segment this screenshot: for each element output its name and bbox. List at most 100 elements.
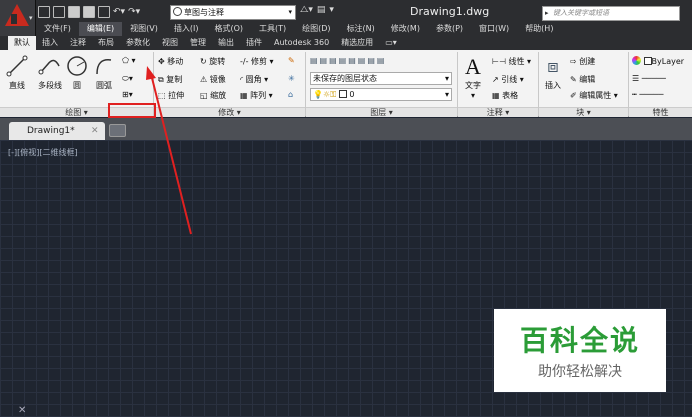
move-button[interactable]: ✥ 移动: [158, 56, 183, 67]
pentagon-icon: ⬠: [122, 56, 129, 65]
tab-featured-apps[interactable]: 精选应用: [335, 36, 379, 50]
document-tab[interactable]: Drawing1* ✕: [9, 122, 105, 140]
leader-button[interactable]: ↗ 引线 ▾: [492, 74, 524, 85]
menu-draw[interactable]: 绘图(D): [294, 22, 338, 36]
menu-format[interactable]: 格式(O): [206, 22, 251, 36]
trim-button[interactable]: -/- 修剪 ▾: [240, 56, 274, 67]
close-icon[interactable]: ✕: [91, 122, 99, 140]
tab-layout[interactable]: 布局: [92, 36, 120, 50]
menu-file[interactable]: 文件(F): [36, 22, 79, 36]
copy-label: 复制: [166, 75, 183, 84]
fillet-button[interactable]: ◜ 圆角 ▾: [240, 74, 268, 85]
trim-label: 修剪: [251, 57, 268, 66]
hatch-button[interactable]: ⊞▾: [122, 90, 133, 99]
tab-default[interactable]: 默认: [8, 36, 36, 50]
redo-icon[interactable]: ↷▾: [128, 7, 140, 17]
tab-manage[interactable]: 管理: [184, 36, 212, 50]
edit-attr-button[interactable]: ✐ 编辑属性 ▾: [570, 90, 618, 101]
panel-title-block[interactable]: 块 ▾: [539, 107, 628, 117]
scale-button[interactable]: ◱ 缩放: [200, 90, 226, 101]
erase-button[interactable]: ✎: [288, 56, 295, 65]
rotate-button[interactable]: ↻ 旋转: [200, 56, 225, 67]
ribbon-options-icon[interactable]: ▭▾: [379, 36, 403, 50]
copy-button[interactable]: ⧉ 复制: [158, 74, 182, 85]
array-button[interactable]: ▦ 阵列 ▾: [240, 90, 273, 101]
search-input[interactable]: ▸ 键入关键字或短语: [542, 6, 680, 21]
match-icon[interactable]: ⧍▾: [300, 5, 313, 15]
panel-title-properties[interactable]: 特性: [629, 107, 692, 117]
edit-block-button[interactable]: ✎ 编辑: [570, 74, 595, 85]
insert-block-button[interactable]: ⧈ 插入: [541, 54, 565, 91]
tab-view[interactable]: 视图: [156, 36, 184, 50]
layer-name: 0: [349, 90, 355, 99]
new-tab-button[interactable]: [109, 124, 126, 137]
layer-tools-row[interactable]: ▤▤▤▤▤▤▤▤: [310, 56, 386, 65]
menu-tools[interactable]: 工具(T): [251, 22, 294, 36]
scale-icon: ◱: [200, 91, 211, 100]
array-label: 阵列: [250, 91, 267, 100]
menu-parametric[interactable]: 参数(P): [428, 22, 471, 36]
line-button[interactable]: 直线: [4, 54, 30, 91]
menu-view[interactable]: 视图(V): [122, 22, 166, 36]
quick-access-toolbar: ↶▾ ↷▾: [38, 4, 140, 20]
table-label: 表格: [502, 91, 519, 100]
table-button[interactable]: ▦ 表格: [492, 90, 518, 101]
create-block-button[interactable]: ⇨ 创建: [570, 56, 595, 67]
panel-title-layers[interactable]: 图层 ▾: [306, 107, 457, 117]
mirror-button[interactable]: ⚠ 镜像: [200, 74, 226, 85]
stretch-label: 拉伸: [168, 91, 185, 100]
layer-state-select[interactable]: 未保存的图层状态 ▾: [310, 72, 452, 85]
menu-modify[interactable]: 修改(M): [383, 22, 428, 36]
save-as-icon[interactable]: [83, 6, 95, 18]
menu-insert[interactable]: 插入(I): [166, 22, 207, 36]
tab-annotate[interactable]: 注释: [64, 36, 92, 50]
layer-select[interactable]: 💡☼⚿ 0 ▾: [310, 88, 452, 101]
insert-block-icon: ⧈: [547, 56, 559, 77]
offset-button[interactable]: ⌂: [288, 90, 293, 99]
explode-icon: ✳: [288, 74, 295, 83]
application-menu-button[interactable]: ▾: [0, 0, 36, 36]
tab-insert[interactable]: 插入: [36, 36, 64, 50]
lineweight-icon: ☰ ─────: [632, 74, 666, 83]
undo-icon[interactable]: ↶▾: [113, 7, 125, 17]
arc-button[interactable]: 圆弧: [92, 54, 116, 91]
circle-button[interactable]: 圆: [66, 54, 88, 91]
new-file-icon[interactable]: [38, 6, 50, 18]
layer-icon[interactable]: ▤: [317, 5, 326, 15]
menu-help[interactable]: 帮助(H): [517, 22, 561, 36]
linear-dim-button[interactable]: ⊢⊣ 线性 ▾: [492, 56, 531, 67]
text-button[interactable]: A 文字 ▾: [461, 54, 485, 100]
menu-window[interactable]: 窗口(W): [471, 22, 517, 36]
lineweight-select[interactable]: ☰ ─────: [632, 74, 666, 83]
menu-bar: 文件(F) 编辑(E) 视图(V) 插入(I) 格式(O) 工具(T) 绘图(D…: [36, 22, 561, 36]
workspace-select[interactable]: 草图与注释 ▾: [170, 5, 296, 20]
polyline-button[interactable]: 多段线: [34, 54, 66, 91]
watermark-title: 百科全说: [519, 324, 640, 357]
panel-title-annotation[interactable]: 注释 ▾: [458, 107, 538, 117]
watermark-subtitle: 助你轻松解决: [538, 364, 622, 380]
menu-dimension[interactable]: 标注(N): [339, 22, 383, 36]
color-select[interactable]: ByLayer: [632, 56, 684, 66]
stretch-button[interactable]: ⬚ 拉伸: [158, 90, 184, 101]
tab-autodesk-360[interactable]: Autodesk 360: [268, 36, 335, 50]
open-file-icon[interactable]: [53, 6, 65, 18]
tab-plugins[interactable]: 插件: [240, 36, 268, 50]
save-icon[interactable]: [68, 6, 80, 18]
tab-output[interactable]: 输出: [212, 36, 240, 50]
chevron-down-icon: ▾: [29, 14, 33, 22]
chevron-down-icon: ▾: [128, 56, 136, 65]
chevron-down-icon[interactable]: ▾: [329, 5, 334, 15]
autocad-logo-icon: [5, 4, 29, 26]
explode-button[interactable]: ✳: [288, 74, 295, 83]
ellipse-button[interactable]: ⬭▾: [122, 74, 133, 84]
menu-edit[interactable]: 编辑(E): [78, 22, 123, 36]
panel-title-modify[interactable]: 修改 ▾: [154, 107, 305, 117]
viewport-controls[interactable]: [-][俯视][二维线框]: [8, 147, 78, 158]
table-icon: ▦: [492, 91, 503, 100]
linetype-select[interactable]: ┅ ─────: [632, 90, 663, 99]
print-icon[interactable]: [98, 6, 110, 18]
tab-parametric[interactable]: 参数化: [120, 36, 156, 50]
move-icon: ✥: [158, 57, 168, 66]
polygon-button[interactable]: ⬠ ▾: [122, 56, 136, 65]
document-tab-label: Drawing1*: [27, 126, 75, 136]
